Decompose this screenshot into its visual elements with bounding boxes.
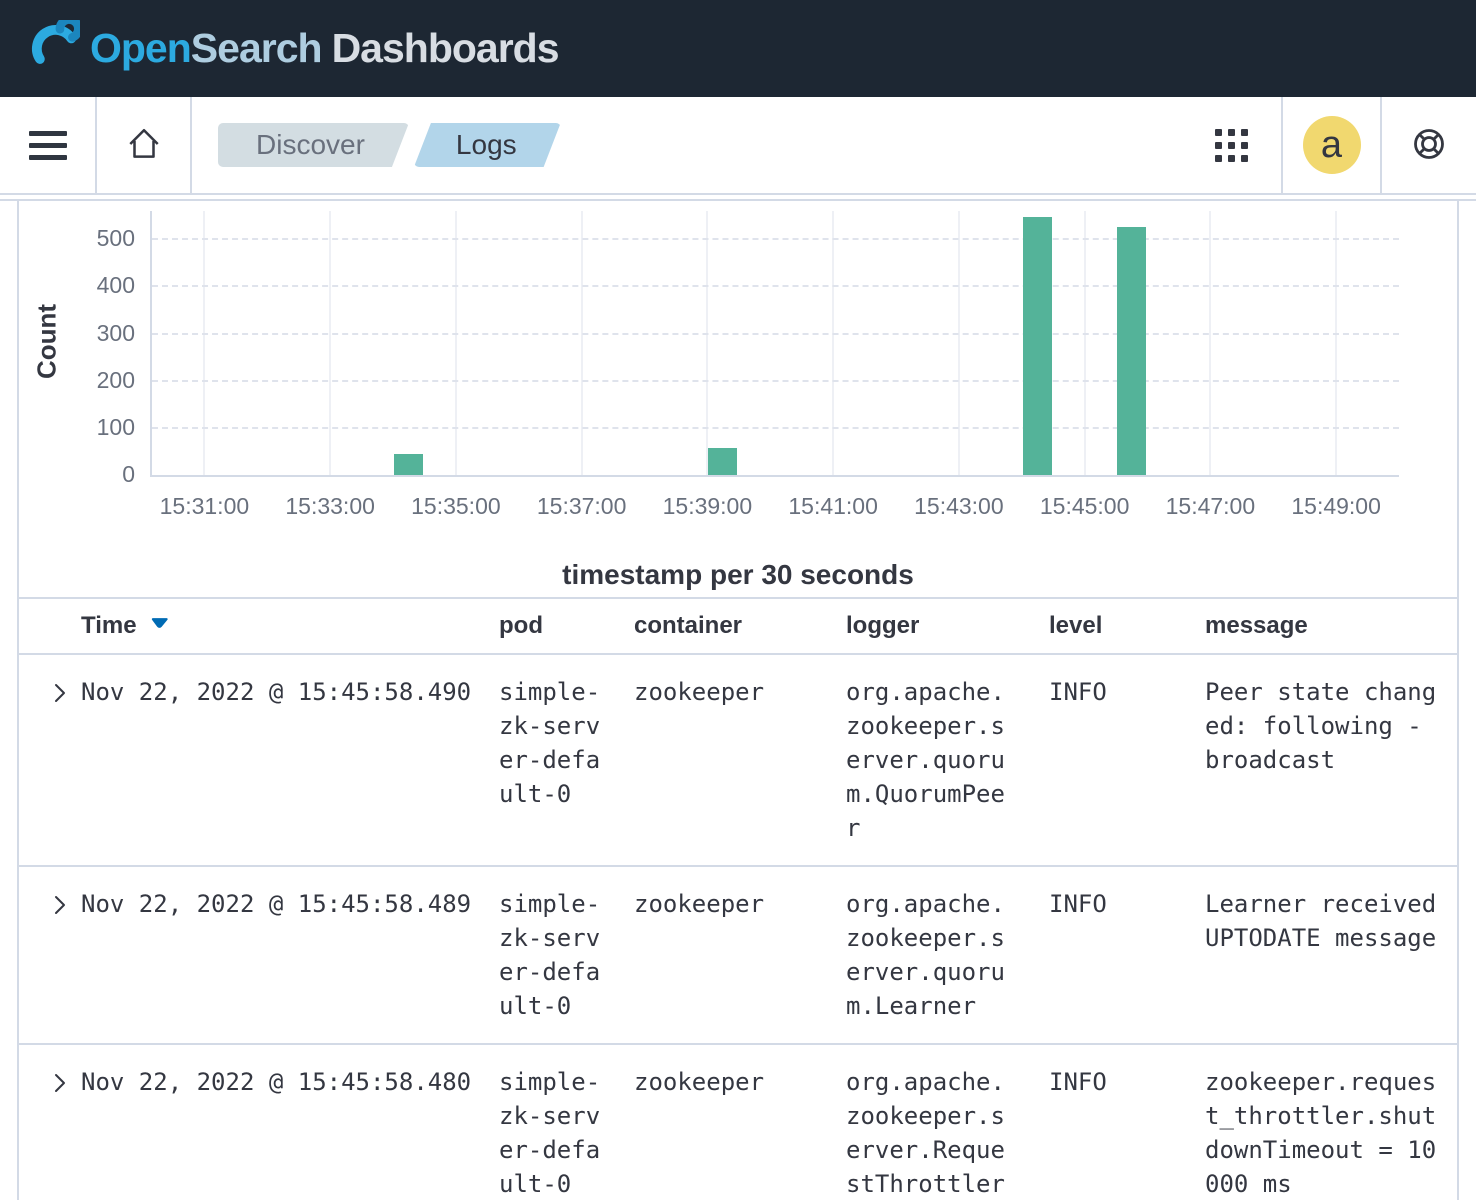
cell-message: Learner received UPTODATE message [1205,887,1443,1023]
breadcrumb-discover[interactable]: Discover [218,123,409,167]
content-panel: Count timestamp per 30 seconds 15:31:001… [17,201,1459,1200]
histogram-bar[interactable] [1023,217,1052,475]
brand-search: Search [191,25,322,71]
column-header-pod[interactable]: pod [499,612,634,640]
column-header-message[interactable]: message [1205,612,1457,640]
histogram-bar[interactable] [1117,227,1146,475]
menu-button[interactable] [0,97,95,193]
avatar[interactable]: a [1303,116,1361,174]
y-axis-tick-label: 500 [55,225,135,252]
histogram-chart: Count timestamp per 30 seconds 15:31:001… [19,201,1457,597]
help-button[interactable] [1382,97,1476,193]
y-axis-tick-label: 400 [55,272,135,299]
divider [190,97,192,193]
hamburger-icon [29,131,67,160]
x-axis-tick-label: 15:45:00 [1020,493,1150,520]
x-axis-tick-label: 15:31:00 [139,493,269,520]
cell-logger: org.apache.zookeeper.server.RequestThrot… [846,1065,1010,1200]
breadcrumbs: Discover Logs [218,123,561,167]
x-axis-tick-label: 15:37:00 [517,493,647,520]
chart-horizontal-gridline [152,427,1399,429]
brand-dashboards: Dashboards [332,25,559,71]
nav-bar: Discover Logs a [0,97,1476,195]
expand-row-button[interactable] [36,675,71,709]
chart-vertical-gridline [455,211,457,475]
table-row: Nov 22, 2022 @ 15:45:58.489simple-zk-ser… [19,867,1457,1045]
y-axis-tick-label: 100 [55,414,135,441]
chart-vertical-gridline [1335,211,1337,475]
histogram-bar[interactable] [708,448,737,475]
table-header-row: Time pod container logger level message [19,597,1457,655]
column-header-level[interactable]: level [1049,612,1205,640]
chart-vertical-gridline [581,211,583,475]
x-axis-tick-label: 15:33:00 [265,493,395,520]
sort-descending-arrow-icon[interactable] [147,610,172,642]
chart-vertical-gridline [958,211,960,475]
x-axis-line [150,475,1399,477]
log-table-body: Nov 22, 2022 @ 15:45:58.490simple-zk-ser… [19,655,1457,1200]
chart-vertical-gridline [1084,211,1086,475]
home-icon [125,125,163,166]
opensearch-brand[interactable]: OpenSearchDashboards [28,20,559,77]
breadcrumb-logs[interactable]: Logs [414,123,561,167]
cell-container: zookeeper [634,675,846,845]
chart-horizontal-gridline [152,333,1399,335]
chart-vertical-gridline [203,211,205,475]
x-axis-tick-label: 15:39:00 [642,493,772,520]
x-axis-tick-label: 15:41:00 [768,493,898,520]
apps-grid-icon [1215,129,1248,162]
column-header-time[interactable]: Time [81,610,499,642]
cell-pod: simple-zk-server-default-0 [499,675,605,845]
cell-pod: simple-zk-server-default-0 [499,1065,605,1200]
chart-horizontal-gridline [152,238,1399,240]
table-row: Nov 22, 2022 @ 15:45:58.490simple-zk-ser… [19,655,1457,867]
x-axis-title: timestamp per 30 seconds [19,559,1457,591]
cell-time: Nov 22, 2022 @ 15:45:58.489 [81,887,499,1023]
cell-logger: org.apache.zookeeper.server.quorum.Quoru… [846,675,1010,845]
cell-message: Peer state changed: following - broadcas… [1205,675,1443,845]
table-row: Nov 22, 2022 @ 15:45:58.480simple-zk-ser… [19,1045,1457,1200]
column-header-logger[interactable]: logger [846,612,1049,640]
x-axis-tick-label: 15:35:00 [391,493,521,520]
x-axis-tick-label: 15:49:00 [1271,493,1401,520]
column-header-container[interactable]: container [634,612,846,640]
cell-level: INFO [1049,1065,1205,1200]
opensearch-logo-icon [28,20,80,77]
cell-time: Nov 22, 2022 @ 15:45:58.480 [81,1065,499,1200]
cell-pod: simple-zk-server-default-0 [499,887,605,1023]
chart-horizontal-gridline [152,285,1399,287]
cell-level: INFO [1049,887,1205,1023]
chevron-right-icon [49,1084,71,1099]
y-axis-tick-label: 200 [55,367,135,394]
chart-vertical-gridline [832,211,834,475]
life-buoy-icon [1409,124,1449,167]
chart-vertical-gridline [706,211,708,475]
y-axis-tick-label: 0 [55,461,135,488]
expand-row-button[interactable] [36,887,71,921]
brand-open: Open [90,25,191,71]
cell-message: zookeeper.request_throttler.shutdownTime… [1205,1065,1443,1200]
x-axis-tick-label: 15:43:00 [894,493,1024,520]
y-axis-tick-label: 300 [55,320,135,347]
histogram-bar[interactable] [394,454,423,475]
chart-horizontal-gridline [152,380,1399,382]
chart-vertical-gridline [1209,211,1211,475]
cell-logger: org.apache.zookeeper.server.quorum.Learn… [846,887,1010,1023]
chart-vertical-gridline [329,211,331,475]
apps-menu-button[interactable] [1181,97,1281,193]
cell-level: INFO [1049,675,1205,845]
chevron-right-icon [49,694,71,709]
home-button[interactable] [97,97,190,193]
brand-text: OpenSearchDashboards [90,25,559,72]
chevron-right-icon [49,906,71,921]
cell-container: zookeeper [634,1065,846,1200]
cell-container: zookeeper [634,887,846,1023]
y-axis-line [150,211,152,475]
app-header: OpenSearchDashboards [0,0,1476,97]
x-axis-tick-label: 15:47:00 [1145,493,1275,520]
expand-row-button[interactable] [36,1065,71,1099]
cell-time: Nov 22, 2022 @ 15:45:58.490 [81,675,499,845]
